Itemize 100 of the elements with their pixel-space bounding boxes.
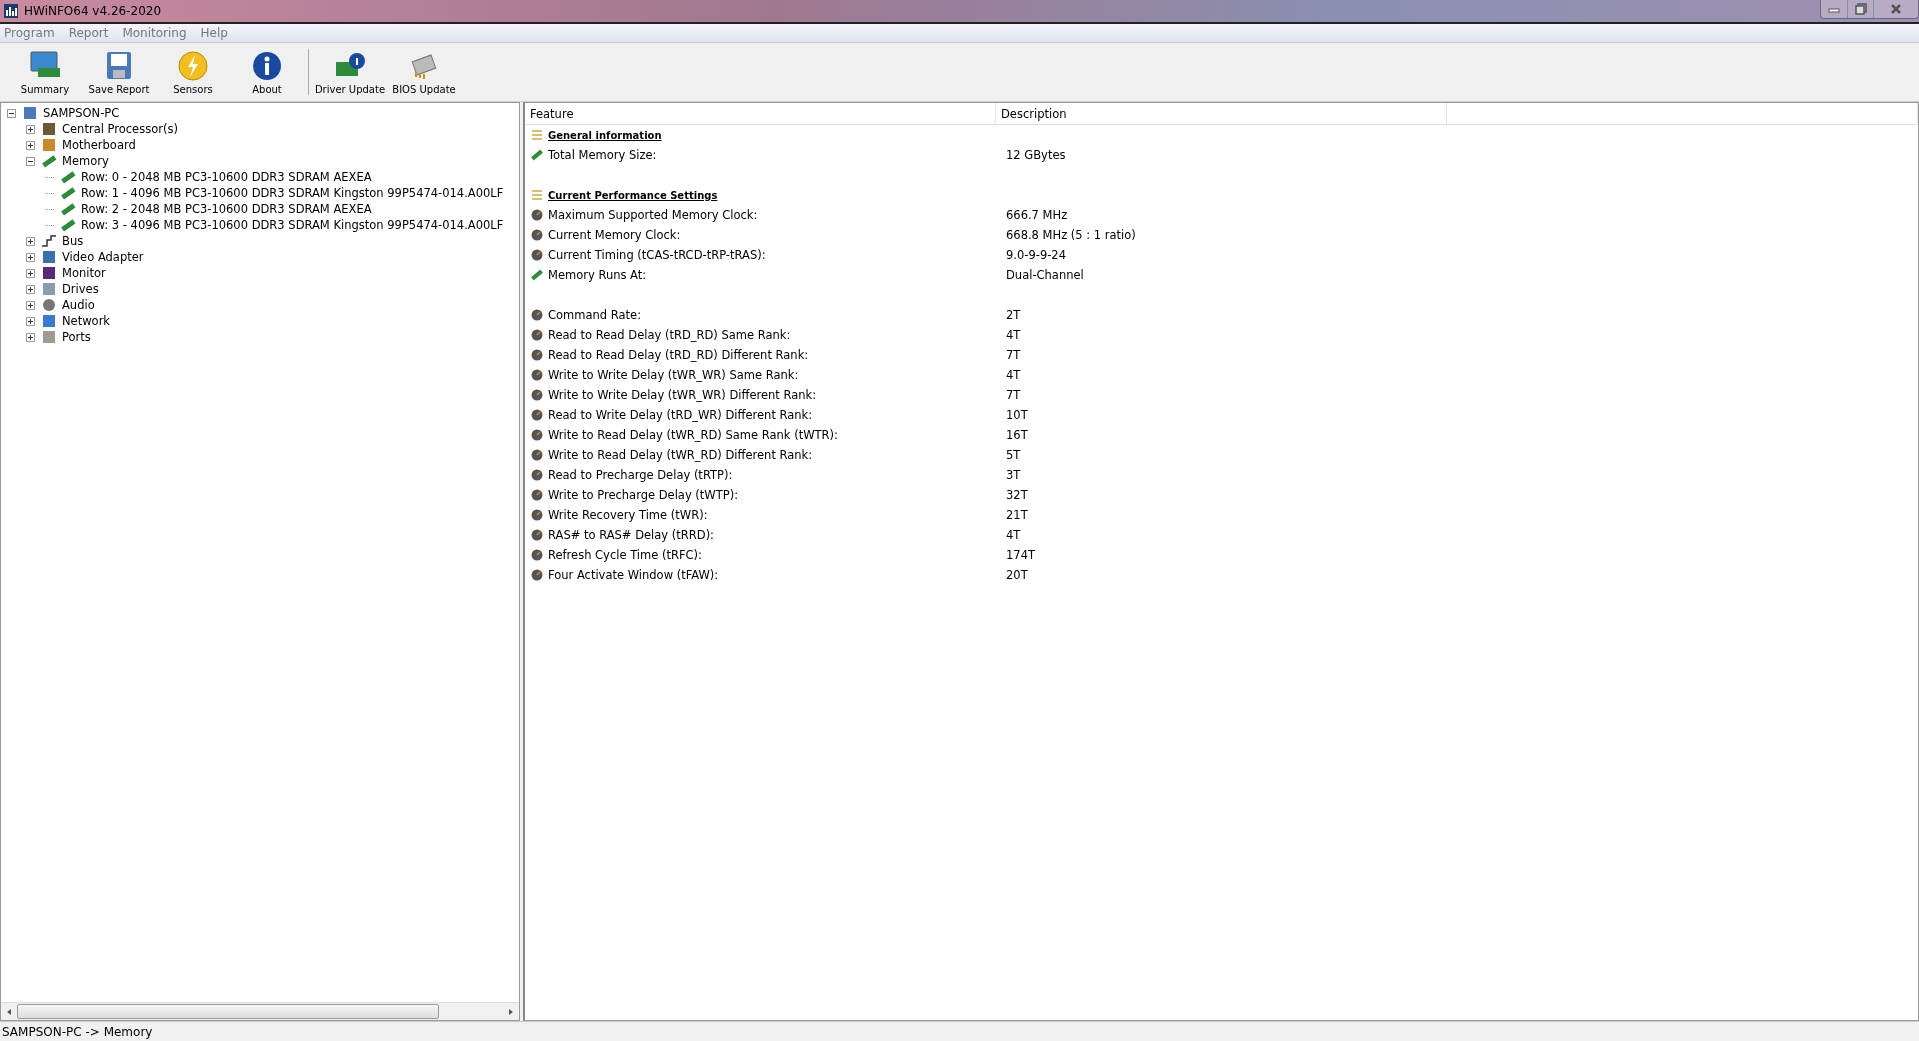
gauge-icon (531, 469, 543, 481)
horizontal-scrollbar[interactable] (1, 1002, 519, 1020)
tree-item[interactable]: Memory (62, 154, 109, 168)
menu-item[interactable]: Report (68, 26, 109, 40)
expand-toggle[interactable] (26, 236, 35, 246)
feature-label: Write to Read Delay (tWR_RD) Same Rank (tWTR): (548, 428, 838, 442)
gauge-icon (531, 549, 543, 561)
expand-toggle[interactable] (26, 156, 35, 166)
tree-item[interactable]: Video Adapter (62, 250, 144, 264)
tree-item[interactable]: Row: 2 - 2048 MB PC3-10600 DDR3 SDRAM AEXEA (81, 202, 372, 216)
menu-item[interactable]: Monitoring (122, 26, 187, 40)
tree-item[interactable]: Row: 0 - 2048 MB PC3-10600 DDR3 SDRAM AEXEA (81, 170, 372, 184)
expand-toggle[interactable] (26, 300, 35, 310)
tree-item[interactable]: Drives (62, 282, 99, 296)
feature-label: Read to Read Delay (tRD_RD) Same Rank: (548, 328, 791, 342)
tree-item[interactable]: Row: 1 - 4096 MB PC3-10600 DDR3 SDRAM Kingston 99P5474-014.A00LF (81, 186, 504, 200)
gauge-icon (531, 209, 543, 221)
tree-item[interactable]: Audio (62, 298, 95, 312)
menu-item[interactable]: Help (200, 26, 228, 40)
gauge-icon (531, 309, 543, 321)
expand-toggle[interactable] (26, 316, 35, 326)
expand-toggle[interactable] (7, 108, 16, 118)
list-icon (531, 189, 543, 201)
list-icon (531, 129, 543, 141)
expand-toggle[interactable] (26, 284, 35, 294)
bus-line-icon (41, 234, 57, 248)
feature-value: 668.8 MHz (5 : 1 ratio) (1006, 228, 1136, 242)
tree-item[interactable]: Bus (62, 234, 84, 248)
window-title: HWiNFO64 v4.26-2020 (24, 4, 162, 18)
tree-item[interactable]: Monitor (62, 266, 106, 280)
feature-label: Memory Runs At: (548, 268, 647, 282)
menu-item[interactable]: Program (4, 26, 55, 40)
toolbar-button[interactable]: Save Report (82, 43, 156, 101)
feature-value: 21T (1006, 508, 1028, 522)
tree-item[interactable]: Central Processor(s) (62, 122, 178, 136)
feature-value: 174T (1006, 548, 1035, 562)
feature-label: RAS# to RAS# Delay (tRRD): (548, 528, 714, 542)
close-icon (1890, 4, 1902, 14)
gauge-icon (531, 509, 543, 521)
status-text: SAMPSON-PC -> Memory (2, 1024, 153, 1039)
feature-label: Refresh Cycle Time (tRFC): (548, 548, 702, 562)
toolbar-button[interactable]: Sensors (156, 43, 230, 101)
toolbar-button[interactable]: BIOS Update (387, 43, 461, 101)
gauge-icon (531, 429, 543, 441)
expand-toggle[interactable] (26, 268, 35, 278)
feature-value: 2T (1006, 308, 1021, 322)
gauge-icon (531, 229, 543, 241)
tree-item[interactable]: Motherboard (62, 138, 136, 152)
feature-value: 20T (1006, 568, 1028, 582)
feature-label: Write to Read Delay (tWR_RD) Different Rank: (548, 448, 813, 462)
tree-item[interactable]: Network (62, 314, 111, 328)
feature-value: Dual-Channel (1006, 268, 1084, 282)
expand-toggle[interactable] (26, 332, 35, 342)
memory-stick-icon (60, 170, 76, 184)
feature-label: Write to Precharge Delay (tWTP): (548, 488, 739, 502)
feature-label: Total Memory Size: (548, 148, 657, 162)
lightning-icon (178, 51, 208, 80)
memory-stick-icon (41, 154, 57, 168)
memory-stick-icon (531, 269, 543, 281)
memory-stick-icon (60, 202, 76, 216)
feature-label: Write Recovery Time (tWR): (548, 508, 708, 522)
tree-item[interactable]: SAMPSON-PC (43, 106, 120, 120)
tree-item[interactable]: Ports (62, 330, 91, 344)
expand-toggle[interactable] (26, 124, 35, 134)
memory-stick-icon (60, 186, 76, 200)
feature-value: 5T (1006, 448, 1021, 462)
feature-value: 16T (1006, 428, 1028, 442)
feature-value: 32T (1006, 488, 1028, 502)
restore-icon (1854, 3, 1867, 15)
column-header[interactable]: Description (996, 103, 1447, 124)
feature-value: 666.7 MHz (1006, 208, 1068, 222)
gauge-icon (531, 409, 543, 421)
toolbar-button[interactable]: Summary (8, 43, 82, 101)
feature-label: Command Rate: (548, 308, 641, 322)
toolbar-button[interactable]: Driver Update (313, 43, 387, 101)
gauge-icon (531, 389, 543, 401)
feature-label: Maximum Supported Memory Clock: (548, 208, 758, 222)
feature-label: Four Activate Window (tFAW): (548, 568, 719, 582)
feature-label: Current Performance Settings (548, 189, 718, 201)
gauge-icon (531, 569, 543, 581)
expand-toggle[interactable] (26, 252, 35, 262)
feature-value: 9.0-9-9-24 (1006, 248, 1066, 262)
feature-label: Current Memory Clock: (548, 228, 681, 242)
column-header[interactable]: Feature (525, 103, 996, 124)
expand-toggle[interactable] (26, 140, 35, 150)
gauge-icon (531, 529, 543, 541)
tree-item[interactable]: Row: 3 - 4096 MB PC3-10600 DDR3 SDRAM Kingston 99P5474-014.A00LF (81, 218, 504, 232)
feature-label: Write to Write Delay (tWR_WR) Same Rank: (548, 368, 799, 382)
feature-value: 4T (1006, 528, 1021, 542)
feature-value: 4T (1006, 368, 1021, 382)
feature-label: Write to Write Delay (tWR_WR) Different Rank: (548, 388, 817, 402)
feature-label: Read to Precharge Delay (tRTP): (548, 468, 733, 482)
feature-label: Read to Write Delay (tRD_WR) Different Rank: (548, 408, 813, 422)
circuit-board-icon (336, 52, 365, 76)
memory-stick-icon (60, 218, 76, 232)
info-icon (253, 51, 281, 80)
feature-value: 7T (1006, 348, 1021, 362)
toolbar-button[interactable]: About (230, 43, 304, 101)
feature-value: 3T (1006, 468, 1021, 482)
feature-label: Current Timing (tCAS-tRCD-tRP-tRAS): (548, 248, 766, 262)
